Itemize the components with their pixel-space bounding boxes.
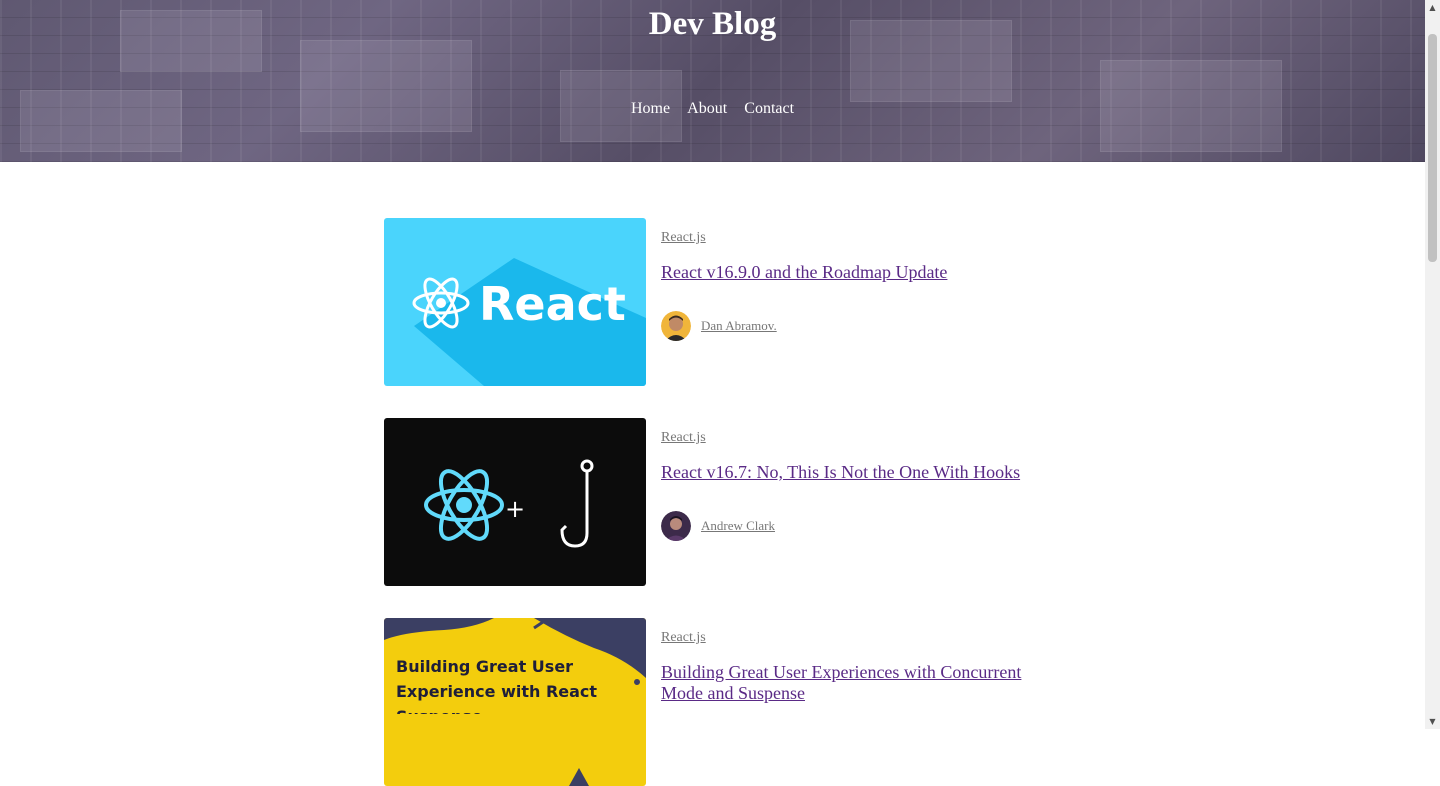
nav-contact[interactable]: Contact [744,100,794,117]
scrollbar[interactable]: ▲ ▼ [1425,0,1440,729]
post-card: + React.js React v16.7: No, This Is Not … [384,418,1064,586]
post-thumbnail-react[interactable]: React [384,218,646,386]
react-hooks-image: + [424,459,594,548]
post-category[interactable]: React.js [661,430,1061,446]
main-nav: Home About Contact [0,98,1425,118]
suspense-image: Building Great User Experience with Reac… [384,618,646,786]
post-thumbnail-suspense[interactable]: Building Great User Experience with Reac… [384,618,646,786]
suspense-image-caption: Building Great User Experience with Reac… [396,657,598,714]
scroll-down-arrow-icon[interactable]: ▼ [1425,714,1440,729]
header-hero: Dev Blog Home About Contact [0,0,1425,162]
post-title[interactable]: Building Great User Experiences with Con… [661,662,1061,704]
scroll-up-arrow-icon[interactable]: ▲ [1425,0,1440,15]
post-thumbnail-hooks[interactable]: + [384,418,646,586]
nav-about[interactable]: About [687,100,727,117]
author-name[interactable]: Dan Abramov. [701,318,777,334]
author-avatar[interactable] [661,311,691,341]
post-title[interactable]: React v16.9.0 and the Roadmap Update [661,262,1061,283]
svg-text:+: + [505,495,525,523]
scroll-thumb[interactable] [1428,34,1437,262]
author-avatar[interactable] [661,511,691,541]
post-card: Building Great User Experience with Reac… [384,618,1064,786]
post-category[interactable]: React.js [661,630,1061,646]
post-category[interactable]: React.js [661,230,1061,246]
site-title[interactable]: Dev Blog [0,6,1425,43]
nav-home[interactable]: Home [631,100,670,117]
post-title[interactable]: React v16.7: No, This Is Not the One Wit… [661,462,1061,483]
svg-text:React: React [479,277,626,331]
author-name[interactable]: Andrew Clark [701,518,775,534]
react-logo-image: React [412,258,646,386]
post-card: React React.js React v16.9.0 and the Roa… [384,218,1064,386]
